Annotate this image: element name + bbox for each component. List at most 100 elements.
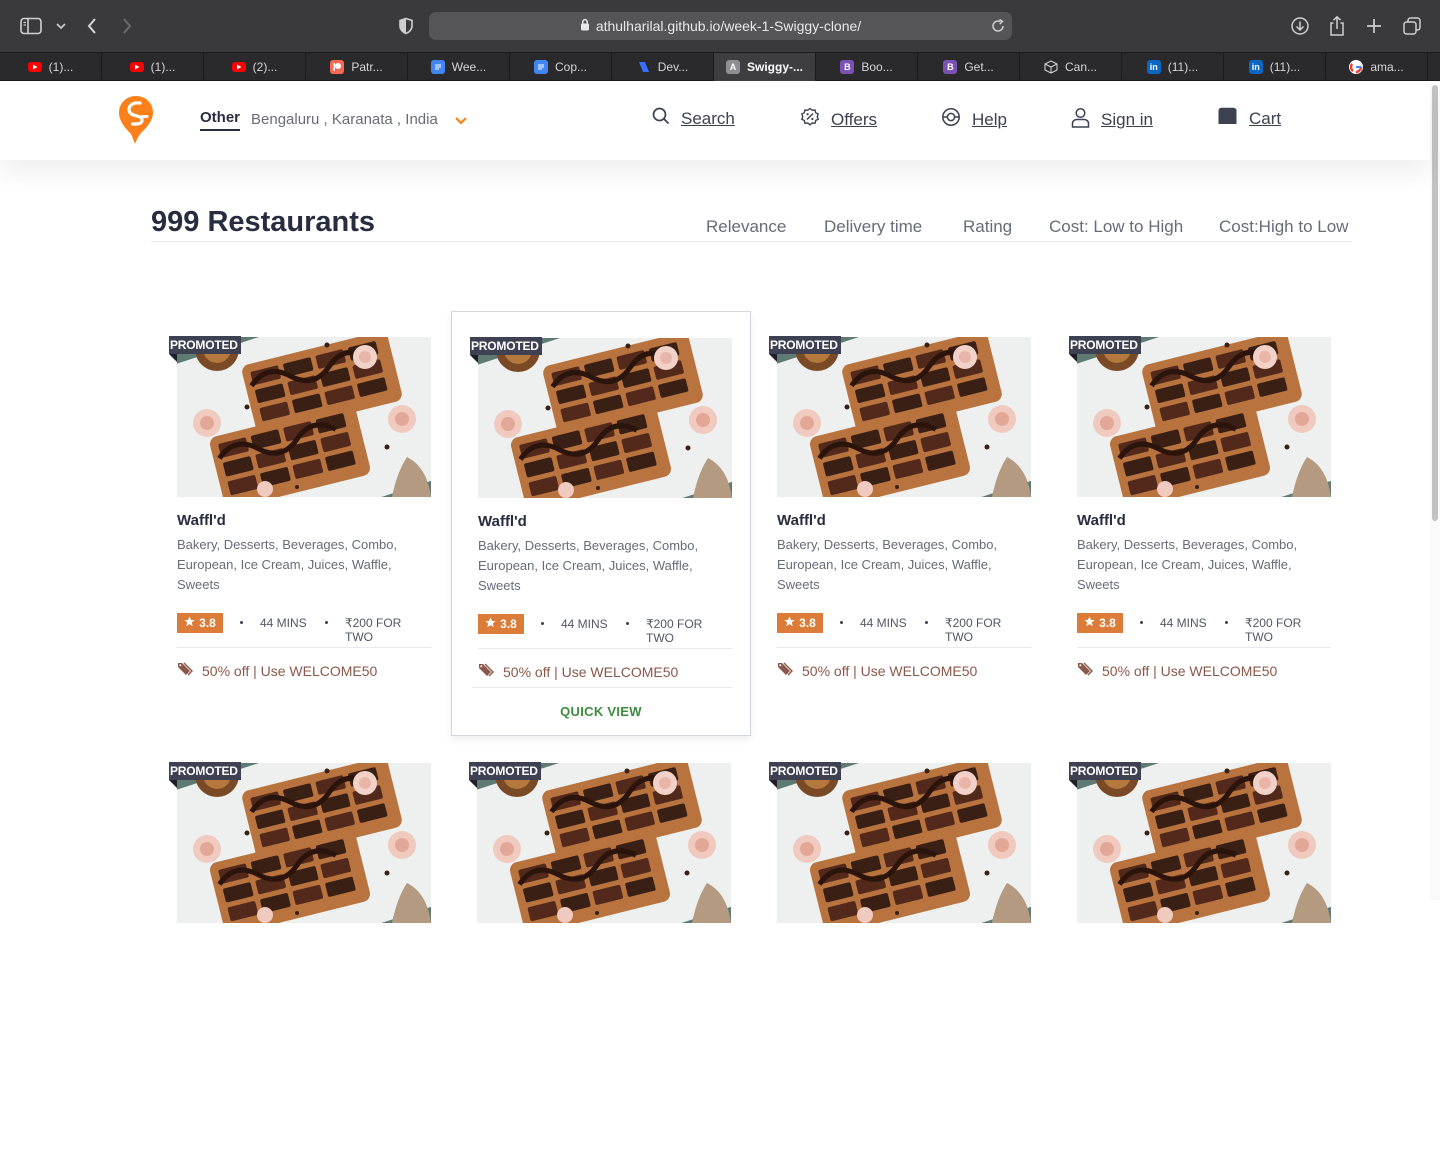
location-type[interactable]: Other [200, 109, 241, 131]
browser-tab[interactable]: Cop... [510, 53, 612, 81]
restaurant-meta: 3.8 44 MINS ₹200 FOR TWO [777, 613, 1031, 644]
restaurant-image[interactable] [177, 337, 431, 497]
swiggy-logo-icon[interactable] [118, 95, 154, 150]
browser-tab-label: Swiggy-... [746, 60, 803, 74]
cost-for-two: ₹200 FOR TWO [1245, 616, 1302, 644]
restaurant-card[interactable]: PROMOTED [751, 737, 1051, 1162]
rating-value: 3.8 [1099, 616, 1116, 630]
scrollbar-thumb[interactable] [1432, 85, 1438, 521]
restaurant-card[interactable]: PROMOTED Waffl'd Bakery, Desserts, Beverag… [1051, 311, 1351, 736]
help-icon [941, 107, 961, 132]
restaurant-card[interactable]: PROMOTED [151, 737, 451, 1162]
promoted-badge: PROMOTED [769, 336, 841, 362]
shield-icon[interactable] [394, 14, 418, 38]
bootstrap-icon: B [840, 60, 855, 74]
offer-text: 50% off | Use WELCOME50 [202, 662, 378, 679]
restaurant-card[interactable]: PROMOTED Waffl'd Bakery, Desserts, Beverag… [451, 311, 751, 736]
nav-signin[interactable]: Sign in [1071, 107, 1153, 133]
chevron-down-icon[interactable] [49, 14, 73, 38]
restaurant-image[interactable] [777, 763, 1031, 923]
nav-help[interactable]: Help [941, 107, 1007, 132]
new-tab-icon[interactable] [1362, 14, 1386, 38]
tab-bar: (1)... (1)... (2)... Patr... Wee... Cop... Dev… [0, 52, 1440, 81]
sort-relevance[interactable]: Relevance [706, 217, 786, 237]
sort-cost-high-low[interactable]: Cost:High to Low [1219, 217, 1348, 237]
browser-tab[interactable]: B Get... [918, 53, 1020, 81]
restaurant-image[interactable] [1077, 337, 1331, 497]
nav-signin-label: Sign in [1101, 110, 1153, 129]
browser-tab[interactable]: Can... [1020, 53, 1122, 81]
tab-overview-icon[interactable] [1400, 14, 1424, 38]
browser-tab[interactable]: B Boo... [816, 53, 918, 81]
sort-rating[interactable]: Rating [963, 217, 1012, 237]
browser-tab[interactable]: in (11)... [1122, 53, 1224, 81]
quick-view-divider [472, 687, 732, 688]
search-icon [652, 107, 670, 130]
restaurant-image[interactable] [478, 338, 732, 498]
restaurant-count: 999 Restaurants [151, 206, 376, 238]
restaurant-card[interactable]: PROMOTED [1051, 737, 1351, 1162]
browser-tab[interactable]: in (11)... [1224, 53, 1326, 81]
browser-tab-label: Wee... [451, 60, 487, 74]
restaurant-card[interactable]: PROMOTED [451, 737, 751, 1162]
restaurant-cuisines: Bakery, Desserts, Beverages, Combo, Euro… [478, 538, 699, 593]
browser-tab-label: Dev... [657, 60, 689, 74]
nav-cart-label: Cart [1249, 108, 1282, 128]
restaurant-image[interactable] [177, 763, 431, 923]
rating-badge: 3.8 [478, 614, 524, 634]
restaurant-image[interactable] [477, 763, 731, 923]
promoted-badge: PROMOTED [169, 336, 241, 362]
browser-tab[interactable]: (2)... [204, 53, 306, 81]
sort-delivery-time[interactable]: Delivery time [824, 217, 922, 237]
location-address[interactable]: Bengaluru , Karanata , India [251, 111, 438, 128]
browser-tab[interactable]: Wee... [408, 53, 510, 81]
youtube-icon [27, 62, 42, 72]
browser-tab[interactable]: ama... [1326, 53, 1428, 81]
browser-tab-label: Patr... [351, 60, 383, 74]
sidebar-toggle-icon[interactable] [19, 14, 43, 38]
chevron-down-icon[interactable] [453, 114, 469, 132]
back-icon[interactable] [80, 14, 104, 38]
sort-cost-low-high[interactable]: Cost: Low to High [1049, 217, 1183, 237]
offer-text: 50% off | Use WELCOME50 [503, 663, 679, 680]
reload-icon[interactable] [990, 18, 1006, 37]
promoted-badge: PROMOTED [169, 762, 241, 788]
browser-tab[interactable]: A Swiggy-... [714, 53, 816, 81]
browser-tab-label: (1)... [150, 60, 176, 74]
restaurant-image[interactable] [1077, 763, 1331, 923]
browser-tab[interactable]: Patr... [306, 53, 408, 81]
restaurant-meta: 3.8 44 MINS ₹200 FOR TWO [478, 614, 732, 645]
promoted-badge: PROMOTED [1069, 762, 1141, 788]
rating-badge: 3.8 [777, 613, 823, 633]
offers-icon [800, 107, 820, 132]
restaurant-name: Waffl'd [478, 513, 527, 530]
rating-badge: 3.8 [177, 613, 223, 633]
browser-tab[interactable]: (1)... [0, 53, 102, 81]
offer-tag-icon [1077, 661, 1095, 680]
browser-tab[interactable]: (1)... [102, 53, 204, 81]
quick-view-button[interactable]: QUICK VIEW [452, 704, 750, 719]
restaurant-name: Waffl'd [777, 512, 826, 529]
star-icon [485, 617, 496, 631]
nav-cart[interactable]: Cart [1217, 107, 1281, 130]
scrollbar[interactable] [1430, 81, 1440, 900]
restaurant-cuisines: Bakery, Desserts, Beverages, Combo, Euro… [177, 537, 398, 592]
nav-search[interactable]: Search [652, 107, 735, 130]
devfolio-icon [637, 60, 651, 74]
bootstrap-icon: B [943, 60, 958, 74]
promoted-badge: PROMOTED [470, 337, 542, 363]
restaurant-cuisines: Bakery, Desserts, Beverages, Combo, Euro… [1077, 537, 1298, 592]
restaurant-meta: 3.8 44 MINS ₹200 FOR TWO [1077, 613, 1331, 644]
delivery-time: 44 MINS [561, 617, 608, 631]
offer-text: 50% off | Use WELCOME50 [802, 662, 978, 679]
download-icon[interactable] [1288, 14, 1312, 38]
restaurant-card[interactable]: PROMOTED Waffl'd Bakery, Desserts, Beverag… [751, 311, 1051, 736]
forward-icon[interactable] [115, 14, 139, 38]
card-divider [777, 647, 1031, 648]
browser-tab[interactable]: Dev... [612, 53, 714, 81]
nav-offers[interactable]: Offers [800, 107, 877, 132]
restaurant-card[interactable]: PROMOTED Waffl'd Bakery, Desserts, Beverag… [151, 311, 451, 736]
share-icon[interactable] [1325, 14, 1349, 38]
restaurant-image[interactable] [777, 337, 1031, 497]
address-bar[interactable]: athulharilal.github.io/week-1-Swiggy-clo… [429, 12, 1012, 40]
